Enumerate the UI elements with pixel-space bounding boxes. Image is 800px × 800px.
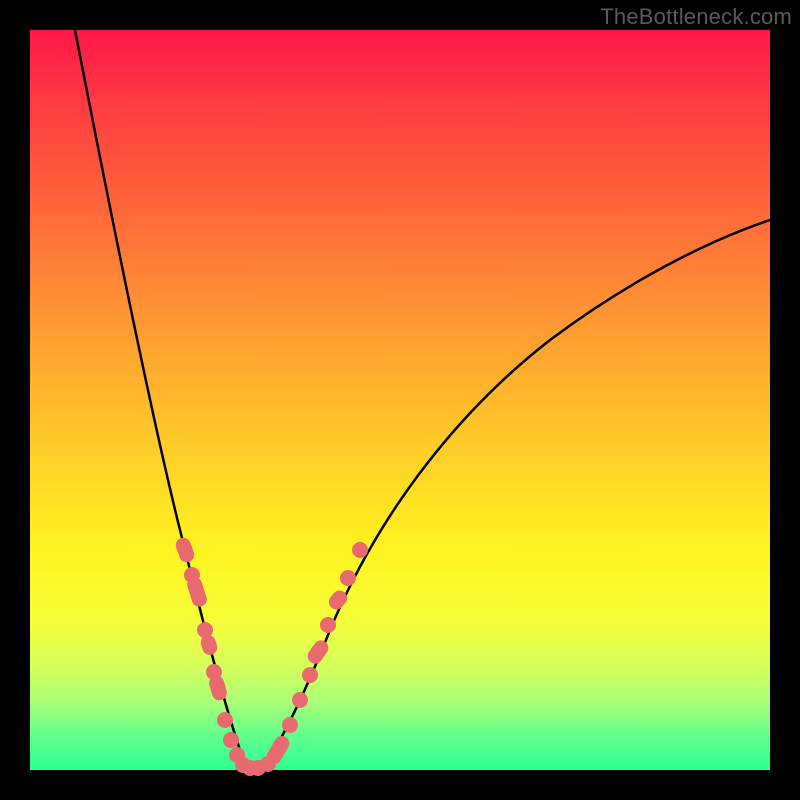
marker-capsule xyxy=(174,536,197,565)
marker-dot xyxy=(282,717,298,733)
marker-dot xyxy=(302,667,318,683)
curve-left-branch xyxy=(75,30,255,770)
marker-dot xyxy=(320,617,336,633)
marker-dot xyxy=(352,542,368,558)
marker-dot xyxy=(217,712,233,728)
plot-area xyxy=(30,30,770,770)
marker-dot xyxy=(223,732,239,748)
highlight-markers xyxy=(174,536,368,776)
marker-capsule xyxy=(305,637,332,666)
marker-capsule xyxy=(185,575,209,608)
outer-frame: TheBottleneck.com xyxy=(0,0,800,800)
marker-dot xyxy=(292,692,308,708)
marker-dot xyxy=(340,570,356,586)
curve-right-branch xyxy=(255,220,770,770)
curve-svg xyxy=(30,30,770,770)
watermark-text: TheBottleneck.com xyxy=(600,4,792,30)
